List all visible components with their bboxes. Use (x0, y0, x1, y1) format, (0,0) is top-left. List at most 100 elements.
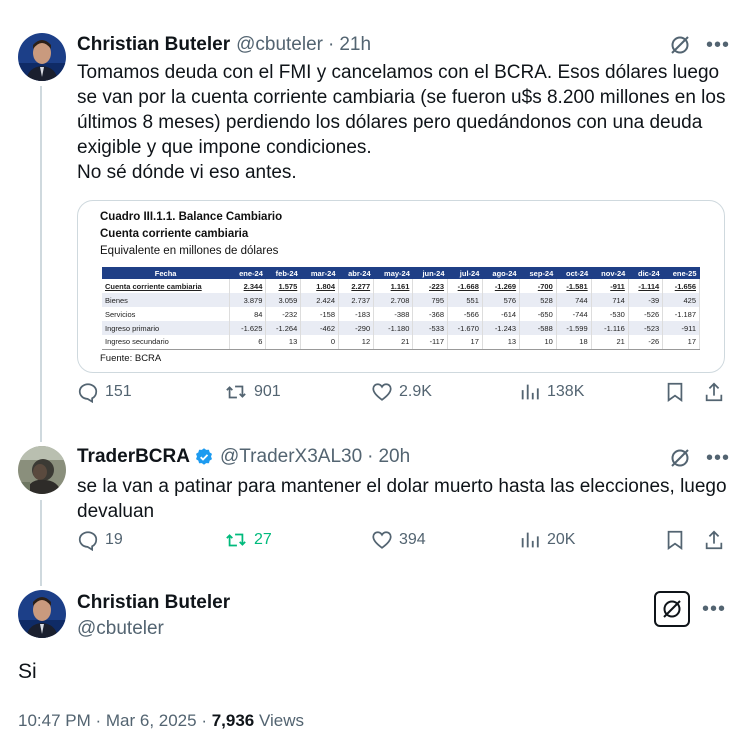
table-cell: 3.059 (265, 293, 302, 307)
table-cell: -290 (338, 321, 375, 335)
more-icon[interactable]: ••• (700, 597, 728, 621)
table-cell: -526 (628, 307, 664, 321)
retweet-icon (226, 533, 246, 547)
table-cell: -1.116 (591, 321, 629, 335)
like-button[interactable]: 394 (371, 529, 426, 551)
table-column-header: jul-24 (447, 267, 483, 279)
table-column-header: dic-24 (628, 267, 663, 279)
table-cell: -1.670 (447, 321, 483, 335)
table-header-row: Fecha ene-24 feb-24 mar-24 abr-24 may-24 jun-2… (102, 267, 700, 279)
share-button[interactable] (703, 381, 725, 403)
table-cell: 21 (591, 335, 629, 350)
table-cell: 84 (229, 307, 267, 321)
author-handle[interactable]: @cbuteler (77, 618, 164, 640)
table-cell: -523 (628, 321, 664, 335)
retweet-button[interactable]: 27 (224, 529, 272, 551)
bookmark-button[interactable] (664, 381, 686, 403)
table-cell: 1.161 (373, 279, 414, 293)
separator-dot: · (327, 34, 335, 55)
table-cell: -911 (662, 321, 700, 335)
table-cell: 576 (482, 293, 521, 307)
table-row-label: Cuenta corriente cambiaria (102, 279, 230, 293)
grok-icon[interactable] (668, 33, 692, 57)
more-icon[interactable]: ••• (704, 446, 732, 470)
tweet-text: Si (18, 660, 37, 683)
grok-icon[interactable] (668, 446, 692, 470)
author-name[interactable]: TraderBCRA (77, 446, 190, 468)
avatar[interactable] (18, 33, 66, 81)
table-cell: -1.581 (556, 279, 592, 293)
table-row: Servicios 84 -232 -158 -183 -388 -368 -566 -614-… (102, 307, 700, 321)
tweet[interactable]: Christian Buteler @cbuteler · 21h ••• To… (0, 0, 743, 430)
table-cell: 1.575 (265, 279, 302, 293)
table-cell: -1.625 (229, 321, 267, 335)
table-cell: -462 (300, 321, 339, 335)
table-cell: 528 (519, 293, 557, 307)
reply-button[interactable]: 151 (77, 381, 132, 403)
table-cell: -232 (265, 307, 302, 321)
retweet-button[interactable]: 901 (224, 381, 281, 403)
tweet-metadata: 10:47 PM · Mar 6, 2025 · 7,936 Views (18, 711, 305, 730)
views-total: 7,936 (211, 711, 255, 730)
like-icon (372, 531, 392, 549)
table-cell: -588 (519, 321, 557, 335)
tweet-time[interactable]: 21h (339, 34, 371, 56)
like-icon (372, 383, 392, 401)
reply-button[interactable]: 19 (77, 529, 123, 551)
author-handle[interactable]: @cbuteler (236, 34, 323, 56)
table-cell: 3.879 (229, 293, 267, 307)
table-column-header: abr-24 (338, 267, 374, 279)
views-button[interactable]: 138K (519, 381, 584, 403)
tweet[interactable]: TraderBCRA @TraderX3AL30 · 20h ••• se la… (0, 430, 743, 580)
table-cell: 0 (300, 335, 339, 350)
table-cell: 2.737 (338, 293, 375, 307)
table-row-label: Ingreso secundario (102, 335, 230, 350)
retweet-count: 27 (254, 531, 272, 548)
views-icon (521, 384, 539, 400)
table-cell: -1.187 (662, 307, 700, 321)
views-count: 138K (547, 383, 585, 400)
table-column-header: ene-24 (229, 267, 266, 279)
more-icon[interactable]: ••• (704, 33, 732, 57)
author-name[interactable]: Christian Buteler (77, 34, 230, 56)
author-name[interactable]: Christian Buteler (77, 592, 230, 614)
media-units: Equivalente en millones de dólares (100, 245, 279, 257)
bookmark-button[interactable] (664, 529, 686, 551)
table-column-header: may-24 (373, 267, 413, 279)
balance-table: Fecha ene-24 feb-24 mar-24 abr-24 may-24 jun-2… (102, 267, 700, 350)
like-button[interactable]: 2.9K (371, 381, 432, 403)
avatar[interactable] (18, 446, 66, 494)
table-cell: 1.804 (300, 279, 339, 293)
table-row: Cuenta corriente cambiaria 2.344 1.575 1.80… (102, 279, 700, 293)
table-column-header: jun-24 (412, 267, 448, 279)
tweet-timestamp[interactable]: 10:47 PM · Mar 6, 2025 (18, 711, 197, 730)
tweet-media-image[interactable]: Cuadro III.1.1. Balance Cambiario Cuenta… (77, 200, 725, 373)
table-column-header: oct-24 (556, 267, 592, 279)
table-column-header: ene-25 (662, 267, 700, 279)
table-cell: 17 (447, 335, 483, 350)
tweet-time[interactable]: 20h (378, 446, 410, 468)
grok-icon[interactable] (654, 591, 690, 627)
author-handle[interactable]: @TraderX3AL30 (220, 446, 362, 468)
table-cell: -530 (591, 307, 629, 321)
retweet-icon (226, 385, 246, 399)
share-button[interactable] (703, 529, 725, 551)
table-column-header: Fecha (102, 267, 230, 279)
table-cell: -26 (628, 335, 664, 350)
views-button[interactable]: 20K (519, 529, 575, 551)
media-subtitle: Cuenta corriente cambiaria (100, 228, 249, 240)
like-count: 394 (399, 531, 426, 548)
table-cell: -388 (373, 307, 414, 321)
table-cell: -911 (591, 279, 629, 293)
table-cell: -223 (412, 279, 449, 293)
table-cell: 425 (662, 293, 700, 307)
avatar[interactable] (18, 590, 66, 638)
table-column-header: nov-24 (591, 267, 629, 279)
table-cell: -744 (556, 307, 592, 321)
views-icon (521, 532, 539, 548)
table-cell: -1.180 (373, 321, 414, 335)
table-row: Bienes 3.879 3.059 2.424 2.737 2.708 795 551 576… (102, 293, 700, 307)
table-cell: -650 (519, 307, 557, 321)
table-cell: -1.243 (482, 321, 521, 335)
table-cell: -1.656 (662, 279, 700, 293)
